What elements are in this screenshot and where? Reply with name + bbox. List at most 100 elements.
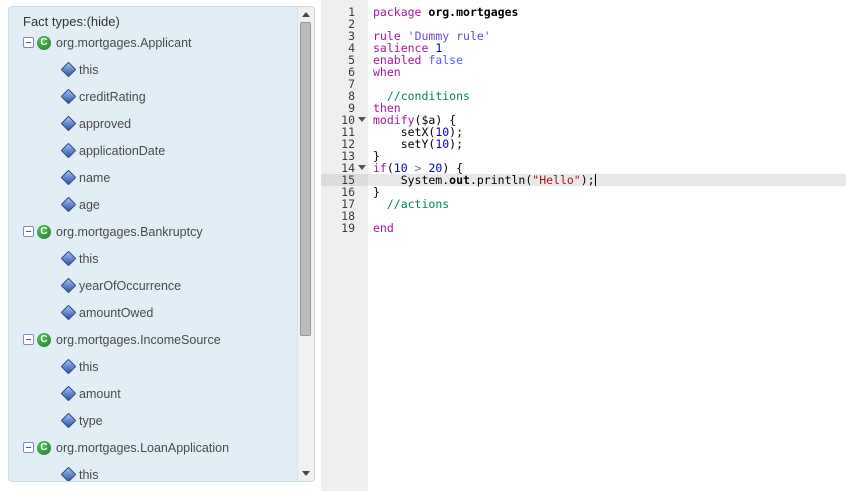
fold-toggle-icon[interactable]: [358, 117, 366, 122]
field-diamond-icon: [61, 197, 77, 213]
field-diamond-icon: [61, 251, 77, 267]
fact-types-header: Fact types:(hide): [23, 14, 120, 29]
fact-field-label: age: [79, 198, 100, 212]
fact-class-row[interactable]: Corg.mortgages.LoanApplication: [9, 434, 296, 461]
fact-field-row[interactable]: name: [9, 164, 296, 191]
field-diamond-icon: [61, 89, 77, 105]
code-line: end: [368, 222, 846, 234]
fact-field-row[interactable]: yearOfOccurrence: [9, 272, 296, 299]
fact-field-label: applicationDate: [79, 144, 165, 158]
fact-class-row[interactable]: Corg.mortgages.IncomeSource: [9, 326, 296, 353]
code-token: package: [373, 5, 421, 19]
fact-class-row[interactable]: Corg.mortgages.Bankruptcy: [9, 218, 296, 245]
scroll-down-arrow-icon: [302, 471, 310, 476]
fold-toggle-icon[interactable]: [358, 165, 366, 170]
scroll-down-button[interactable]: [298, 466, 314, 481]
code-token: );: [581, 173, 595, 187]
collapse-minus-icon[interactable]: [23, 226, 34, 237]
code-token: .println(: [470, 173, 532, 187]
fact-field-row[interactable]: this: [9, 245, 296, 272]
fact-field-label: creditRating: [79, 90, 146, 104]
code-token: org.mortgages: [428, 5, 518, 19]
field-diamond-icon: [61, 386, 77, 402]
code-token: );: [449, 137, 463, 151]
line-number: 19: [321, 222, 368, 234]
fact-class-label: org.mortgages.Applicant: [56, 36, 192, 50]
fact-field-row[interactable]: amount: [9, 380, 296, 407]
field-diamond-icon: [61, 62, 77, 78]
scroll-up-button[interactable]: [298, 7, 314, 22]
fact-types-tree: Corg.mortgages.Applicant this creditRating…: [9, 29, 296, 482]
line-number: 8: [321, 90, 368, 102]
code-token: System.: [373, 173, 449, 187]
code-line: //actions: [368, 198, 846, 210]
class-icon: C: [37, 36, 51, 50]
code-line: package org.mortgages: [368, 6, 846, 18]
collapse-minus-icon[interactable]: [23, 334, 34, 345]
fact-field-label: name: [79, 171, 110, 185]
code-token: end: [373, 221, 394, 235]
code-token: //actions: [387, 197, 449, 211]
code-line: enabled false: [368, 54, 846, 66]
collapse-minus-icon[interactable]: [23, 442, 34, 453]
code-token: 10: [435, 137, 449, 151]
fact-field-label: type: [79, 414, 103, 428]
fact-field-label: amount: [79, 387, 121, 401]
field-diamond-icon: [61, 305, 77, 321]
line-number: 6: [321, 66, 368, 78]
line-number: 3: [321, 30, 368, 42]
line-number: 2: [321, 18, 368, 30]
fact-panel-scrollbar[interactable]: [297, 7, 314, 481]
fact-field-label: this: [79, 360, 98, 374]
code-line: setY(10);: [368, 138, 846, 150]
fact-field-label: approved: [79, 117, 131, 131]
hide-link[interactable]: (hide): [87, 14, 120, 29]
fact-field-row[interactable]: this: [9, 461, 296, 482]
field-diamond-icon: [61, 170, 77, 186]
fact-field-row[interactable]: this: [9, 353, 296, 380]
code-line: when: [368, 66, 846, 78]
line-number: 4: [321, 42, 368, 54]
fact-types-panel: Fact types:(hide) Corg.mortgages.Applica…: [8, 6, 315, 482]
code-line: [368, 210, 846, 222]
class-icon: C: [37, 441, 51, 455]
field-diamond-icon: [61, 359, 77, 375]
line-number: 7: [321, 78, 368, 90]
fact-field-row[interactable]: applicationDate: [9, 137, 296, 164]
class-icon: C: [37, 225, 51, 239]
fact-class-row[interactable]: Corg.mortgages.Applicant: [9, 29, 296, 56]
scroll-up-arrow-icon: [302, 12, 310, 17]
text-cursor: [595, 174, 597, 186]
code-token: when: [373, 65, 401, 79]
editor-code-area[interactable]: package org.mortgagesrule 'Dummy rule'sa…: [368, 0, 846, 491]
fact-field-row[interactable]: age: [9, 191, 296, 218]
fact-field-label: this: [79, 252, 98, 266]
fact-field-label: amountOwed: [79, 306, 153, 320]
fact-field-row[interactable]: amountOwed: [9, 299, 296, 326]
fact-field-row[interactable]: creditRating: [9, 83, 296, 110]
code-token: [373, 197, 387, 211]
fact-field-row[interactable]: type: [9, 407, 296, 434]
code-token: out: [449, 173, 470, 187]
fact-field-label: this: [79, 468, 98, 482]
code-token: false: [428, 53, 463, 67]
scrollbar-thumb[interactable]: [300, 22, 311, 336]
line-number: 1: [321, 6, 368, 18]
code-line: System.out.println("Hello");: [368, 174, 846, 186]
field-diamond-icon: [61, 413, 77, 429]
code-line: //conditions: [368, 90, 846, 102]
fact-types-title: Fact types:: [23, 14, 87, 29]
fact-class-label: org.mortgages.Bankruptcy: [56, 225, 203, 239]
code-token: "Hello": [532, 173, 580, 187]
collapse-minus-icon[interactable]: [23, 37, 34, 48]
fact-field-row[interactable]: this: [9, 56, 296, 83]
drl-code-editor[interactable]: 12345678910111213141516171819 package or…: [321, 0, 846, 491]
fact-class-label: org.mortgages.LoanApplication: [56, 441, 229, 455]
fact-field-label: this: [79, 63, 98, 77]
line-number: 5: [321, 54, 368, 66]
code-token: setY(: [373, 137, 435, 151]
editor-gutter: 12345678910111213141516171819: [321, 0, 368, 491]
field-diamond-icon: [61, 278, 77, 294]
fact-field-row[interactable]: approved: [9, 110, 296, 137]
class-icon: C: [37, 333, 51, 347]
